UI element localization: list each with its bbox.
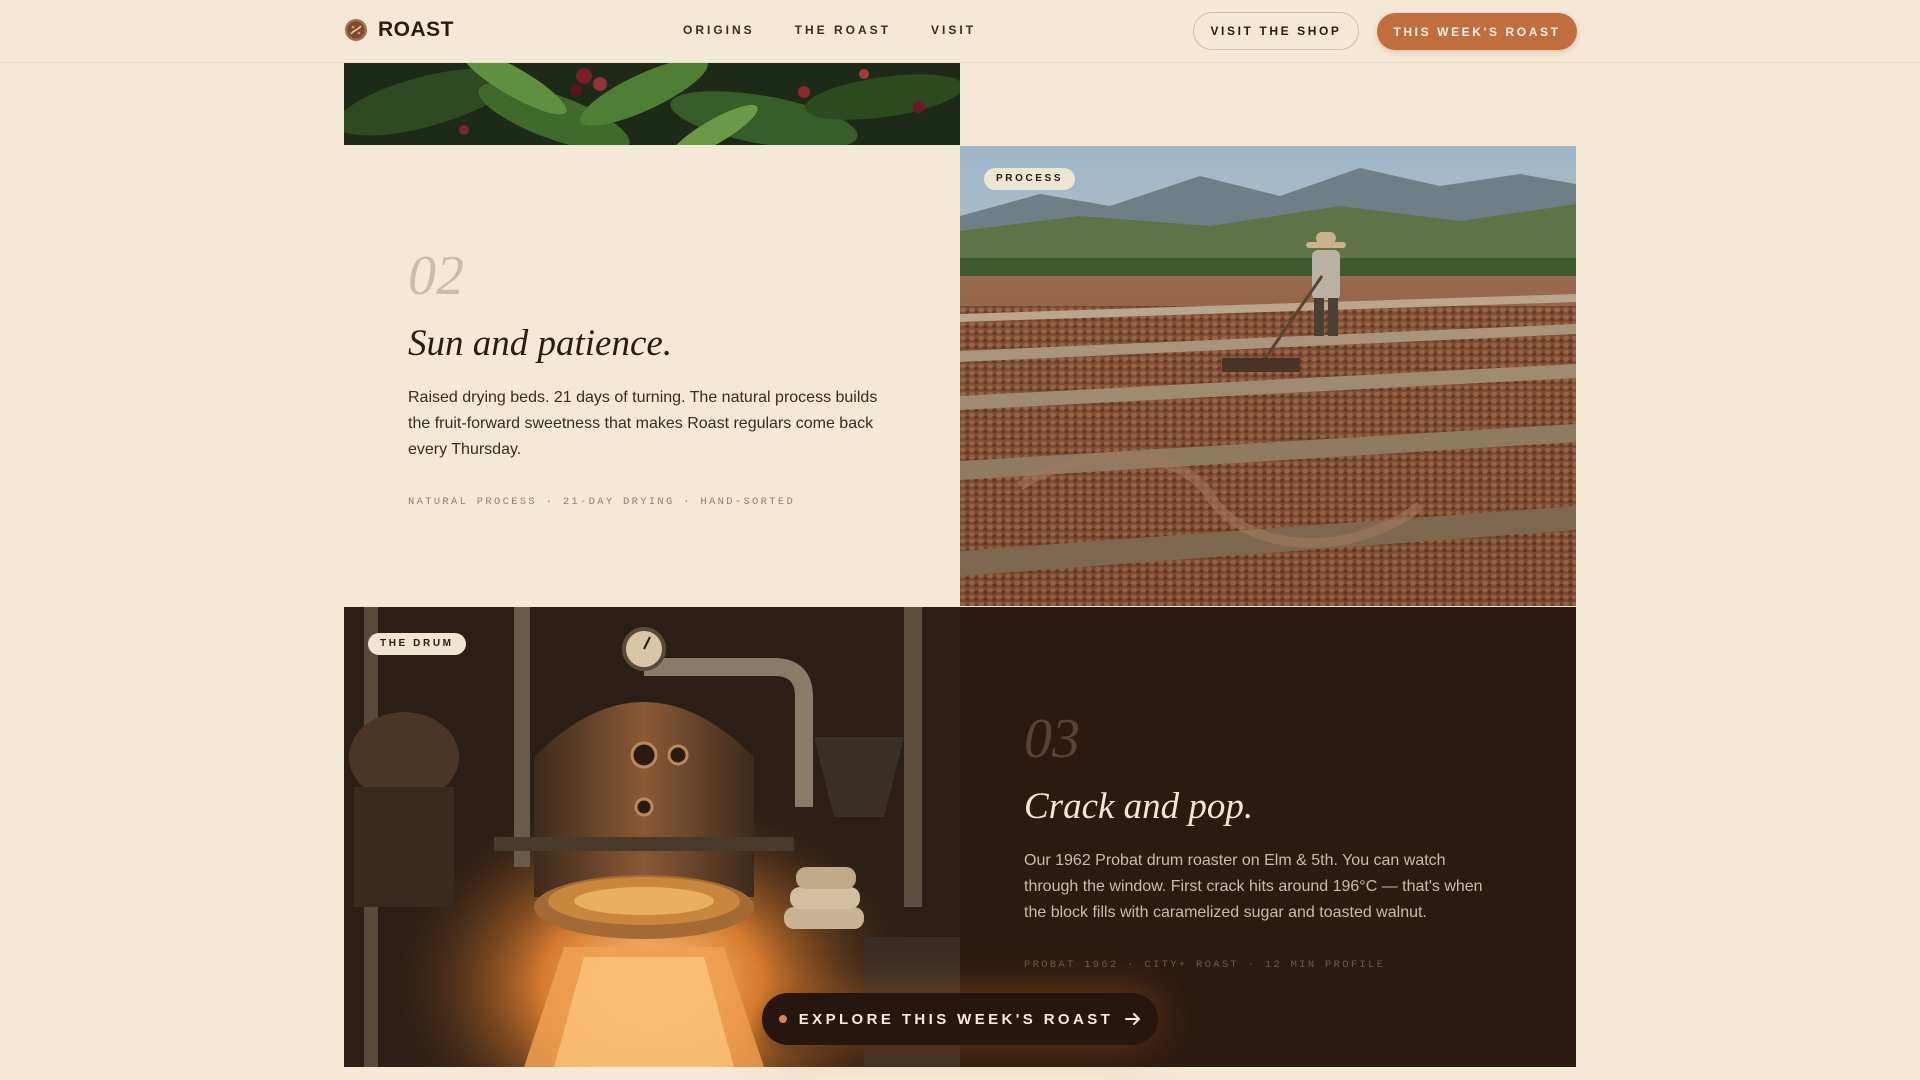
cta-label: EXPLORE THIS WEEK'S ROAST: [798, 1010, 1114, 1028]
dot-icon: [778, 1015, 787, 1023]
brand-logo[interactable]: ROAST: [344, 18, 454, 42]
explore-roast-cta-button[interactable]: EXPLORE THIS WEEK'S ROAST: [762, 993, 1158, 1045]
this-weeks-roast-button[interactable]: THIS WEEK'S ROAST: [1377, 13, 1577, 50]
brand-name: ROAST: [378, 18, 454, 41]
coffee-cherry-leaves-image: [344, 62, 960, 145]
coffee-bean-logo-icon: [345, 19, 367, 41]
arrow-right-icon: [1125, 1013, 1141, 1025]
drying-beds-image: PROCESS: [960, 146, 1576, 606]
section-description: Raised drying beds. 21 days of turning. …: [408, 389, 878, 458]
process-text-panel: 02 Sun and patience. Raised drying beds.…: [344, 146, 960, 606]
drum-tag: THE DRUM: [368, 633, 466, 655]
nav-link-the-roast[interactable]: THE ROAST: [795, 23, 891, 37]
section-description: Our 1962 Probat drum roaster on Elm & 5t…: [1024, 852, 1483, 921]
nav-link-visit[interactable]: VISIT: [931, 23, 976, 37]
section-meta-tags: PROBAT 1962 · CITY+ ROAST · 12 MIN PROFI…: [1024, 959, 1386, 971]
main-nav: ORIGINS THE ROAST VISIT: [683, 23, 976, 37]
process-tag: PROCESS: [984, 168, 1076, 190]
step-number: 02: [408, 245, 464, 307]
step-number: 03: [1024, 708, 1080, 770]
visit-shop-button[interactable]: VISIT THE SHOP: [1193, 12, 1359, 50]
section-title: Crack and pop.: [1024, 786, 1254, 827]
section-meta-tags: NATURAL PROCESS · 21-DAY DRYING · HAND-S…: [408, 496, 796, 508]
section-title: Sun and patience.: [408, 323, 673, 364]
nav-link-origins[interactable]: ORIGINS: [683, 23, 755, 37]
top-navigation-bar: ROAST ORIGINS THE ROAST VISIT VISIT THE …: [0, 0, 1920, 63]
